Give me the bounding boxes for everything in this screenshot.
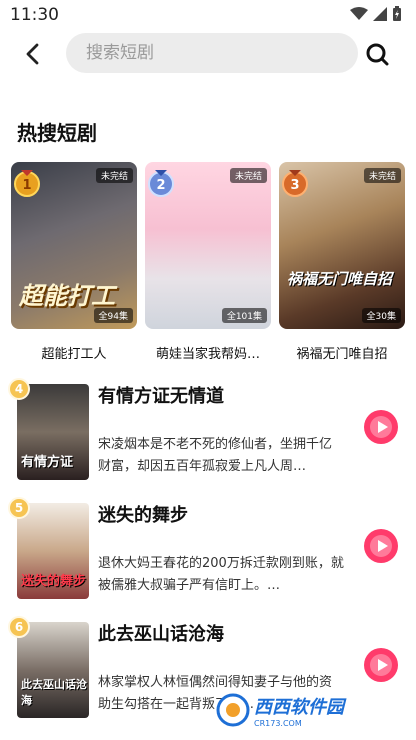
watermark-logo-icon (216, 693, 250, 727)
status-time: 11:30 (10, 5, 59, 25)
status-bar: 11:30 (0, 0, 416, 30)
hot-card[interactable]: 2 未完结 全101集 萌娃当家我帮妈… (145, 162, 271, 362)
watermark-text-group: 西西软件园 CR173.COM (254, 693, 344, 728)
list-item[interactable]: 迷失的舞步 5 迷失的舞步 退休大妈王春花的200万拆迁款刚到账，就被儒雅大叔骗… (0, 497, 416, 607)
search-row (0, 33, 416, 75)
watermark: 西西软件园 CR173.COM (216, 690, 402, 730)
battery-icon (393, 6, 401, 21)
poster-title-art: 祸福无门唯自招 (287, 270, 393, 288)
watermark-subtext: CR173.COM (254, 718, 302, 728)
hot-card-name[interactable]: 祸福无门唯自招 (279, 343, 405, 362)
poster[interactable]: 3 未完结 祸福无门唯自招 全30集 (279, 162, 405, 329)
hot-card[interactable]: 1 未完结 超能打工 全94集 超能打工人 (11, 162, 137, 362)
item-description: 退休大妈王春花的200万拆迁款刚到账，就被儒雅大叔骗子严有信盯上。… (98, 556, 344, 593)
item-title[interactable]: 迷失的舞步 (98, 501, 188, 527)
search-input[interactable] (66, 33, 358, 73)
episode-count-tag: 全30集 (361, 308, 401, 323)
hot-card-name[interactable]: 超能打工人 (11, 343, 137, 362)
status-icons (350, 6, 402, 22)
signal-icon (373, 7, 387, 21)
status-tag: 未完结 (229, 168, 267, 183)
hot-card[interactable]: 3 未完结 祸福无门唯自招 全30集 祸福无门唯自招 (279, 162, 405, 362)
hot-section-title: 热搜短剧 (17, 121, 97, 145)
rank-medal-icon: 1 (14, 170, 40, 197)
rank-medal-icon: 3 (282, 170, 308, 197)
poster-title-art: 超能打工 (19, 282, 115, 310)
thumbnail[interactable]: 迷失的舞步 (17, 503, 89, 599)
hot-card-name[interactable]: 萌娃当家我帮妈… (145, 343, 271, 362)
play-icon[interactable] (364, 529, 398, 563)
thumbnail[interactable]: 有情方证 (17, 384, 89, 480)
thumbnail-title-art: 迷失的舞步 (21, 574, 87, 589)
item-title[interactable]: 此去巫山话沧海 (98, 620, 224, 646)
poster[interactable]: 1 未完结 超能打工 全94集 (11, 162, 137, 329)
back-arrow-icon[interactable] (20, 41, 46, 67)
poster[interactable]: 2 未完结 全101集 (145, 162, 271, 329)
wifi-icon (350, 7, 368, 20)
thumbnail-title-art: 有情方证 (21, 455, 74, 470)
play-icon[interactable] (364, 410, 398, 444)
svg-text:3: 3 (290, 178, 299, 193)
thumbnail-title-art: 此去巫山话沧海 (21, 678, 87, 707)
episode-count-tag: 全94集 (93, 308, 133, 323)
thumbnail[interactable]: 此去巫山话沧海 (17, 622, 89, 718)
item-title[interactable]: 有情方证无情道 (98, 382, 224, 408)
play-icon[interactable] (364, 648, 398, 682)
episode-count-tag: 全101集 (221, 308, 267, 323)
rank-badge: 6 (8, 616, 30, 638)
watermark-text: 西西软件园 (254, 696, 344, 718)
rank-badge: 4 (8, 378, 30, 400)
search-box[interactable] (66, 33, 358, 73)
search-icon[interactable] (364, 41, 390, 67)
list-item[interactable]: 有情方证 4 有情方证无情道 宋凌烟本是不老不死的修仙者，坐拥千亿财富，却因五百… (0, 378, 416, 488)
rank-badge: 5 (8, 497, 30, 519)
rank-medal-icon: 2 (148, 170, 174, 197)
status-tag: 未完结 (95, 168, 133, 183)
item-description: 宋凌烟本是不老不死的修仙者，坐拥千亿财富，却因五百年孤寂爱上凡人周… (98, 437, 333, 474)
status-tag: 未完结 (363, 168, 401, 183)
svg-text:2: 2 (156, 178, 165, 193)
svg-text:1: 1 (22, 178, 31, 193)
